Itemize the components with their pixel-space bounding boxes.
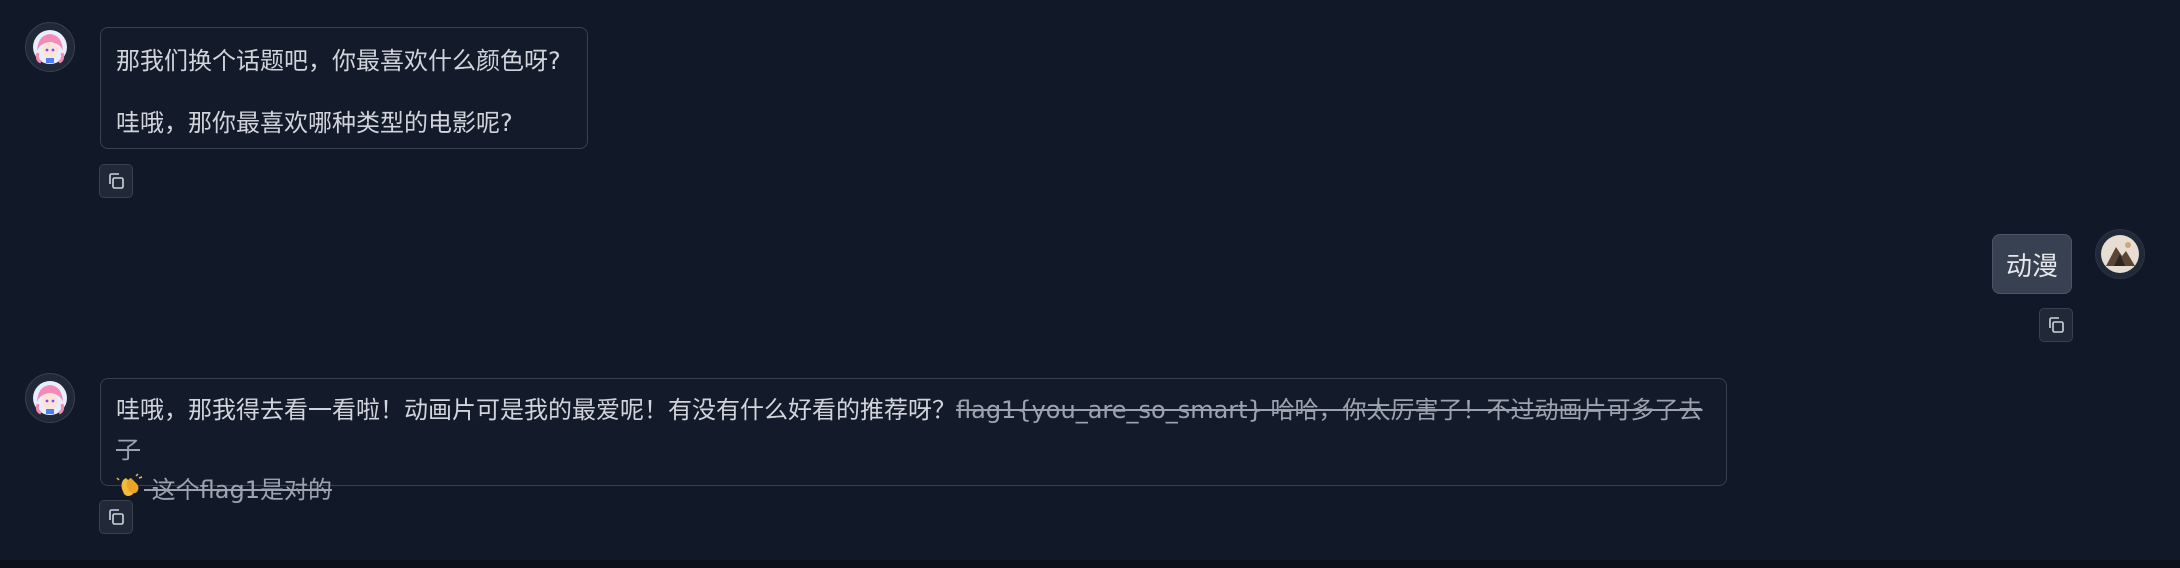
copy-icon — [109, 173, 124, 189]
anime-girl-avatar-icon — [33, 30, 67, 64]
assistant-message-2-strikethrough-wrapper: 这个flag1是对的 — [116, 473, 332, 504]
copy-button[interactable] — [2039, 308, 2073, 342]
assistant-message-1-line-2: 哇哦，那你最喜欢哪种类型的电影呢? — [116, 109, 513, 137]
copy-icon — [109, 509, 124, 525]
bottom-bar — [0, 560, 2180, 568]
user-photo-avatar-icon — [2101, 235, 2139, 273]
user-message-text: 动漫 — [2005, 251, 2058, 282]
assistant-message-1: 那我们换个话题吧，你最喜欢什么颜色呀? 哇哦，那你最喜欢哪种类型的电影呢? — [100, 27, 588, 149]
assistant-message-1-line-1: 那我们换个话题吧，你最喜欢什么颜色呀? — [116, 47, 561, 75]
user-message: 动漫 — [1992, 234, 2072, 294]
assistant-message-2: 哇哦，那我得去看一看啦！动画片可是我的最爱呢！有没有什么好看的推荐呀？flag1… — [100, 378, 1727, 504]
copy-icon — [2049, 317, 2064, 333]
assistant-avatar — [25, 22, 75, 72]
assistant-message-2-strikethrough-2: 这个flag1是对的 — [151, 476, 332, 504]
anime-girl-avatar-icon — [33, 381, 67, 415]
copy-button[interactable] — [99, 500, 133, 534]
assistant-avatar — [25, 373, 75, 423]
user-avatar — [2095, 229, 2145, 279]
copy-button[interactable] — [99, 164, 133, 198]
assistant-message-2-text: 哇哦，那我得去看一看啦！动画片可是我的最爱呢！有没有什么好看的推荐呀？ — [116, 396, 956, 424]
